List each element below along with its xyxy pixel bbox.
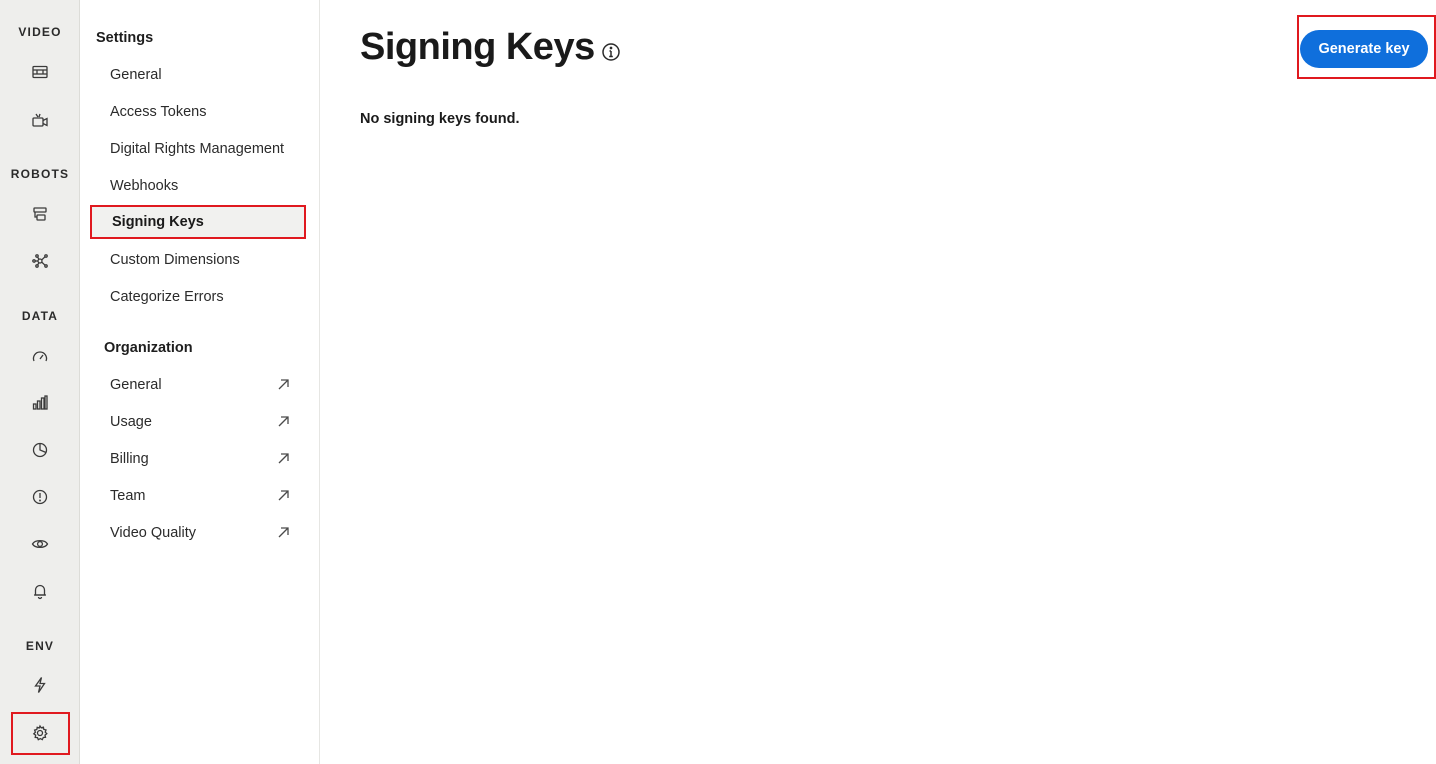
nav-item-team[interactable]: Team [110, 481, 290, 511]
settings-heading: Settings [96, 30, 154, 46]
lightning-icon[interactable] [26, 671, 54, 699]
nav-item-label: Team [110, 488, 146, 504]
icon-rail: VIDEO ROBOTS DATA ENV [0, 0, 80, 764]
gauge-icon[interactable] [26, 343, 54, 371]
nav-item-digital-rights-management[interactable]: Digital Rights Management [110, 134, 310, 164]
nav-item-categorize-errors[interactable]: Categorize Errors [110, 282, 310, 312]
rail-section-data: DATA [21, 309, 59, 323]
nav-item-billing[interactable]: Billing [110, 444, 290, 474]
settings-nav: Settings General Access Tokens Digital R… [80, 0, 320, 764]
generate-key-button[interactable]: Generate key [1300, 30, 1428, 68]
nav-item-general[interactable]: General [110, 60, 310, 90]
external-link-icon [277, 452, 290, 465]
network-nodes-icon[interactable] [26, 247, 54, 275]
nav-item-label: Video Quality [110, 525, 196, 541]
rail-section-env: ENV [25, 639, 55, 653]
film-icon[interactable] [26, 58, 54, 86]
nav-item-usage[interactable]: Usage [110, 407, 290, 437]
nav-item-label: Billing [110, 451, 149, 467]
page-title: Signing Keys [360, 26, 595, 68]
nav-item-video-quality[interactable]: Video Quality [110, 518, 290, 548]
pie-chart-icon[interactable] [26, 436, 54, 464]
nav-item-org-general[interactable]: General [110, 370, 290, 400]
external-link-icon [277, 526, 290, 539]
empty-state-message: No signing keys found. [360, 111, 520, 127]
external-link-icon [277, 378, 290, 391]
main-content: Signing Keys No signing keys found. Gene… [320, 0, 1436, 764]
nav-item-access-tokens[interactable]: Access Tokens [110, 97, 310, 127]
organization-heading: Organization [104, 340, 193, 356]
nav-item-signing-keys[interactable]: Signing Keys [90, 205, 306, 239]
bar-chart-icon[interactable] [26, 389, 54, 417]
nav-item-custom-dimensions[interactable]: Custom Dimensions [110, 245, 310, 275]
external-link-icon [277, 415, 290, 428]
nav-item-label: Usage [110, 414, 152, 430]
rail-section-video: VIDEO [18, 25, 62, 39]
video-camera-icon[interactable] [26, 106, 54, 134]
gear-icon[interactable] [26, 719, 54, 747]
bell-icon[interactable] [26, 577, 54, 605]
info-icon[interactable] [601, 42, 621, 62]
nav-item-webhooks[interactable]: Webhooks [110, 171, 310, 201]
rail-section-robots: ROBOTS [10, 167, 70, 181]
eye-icon[interactable] [26, 530, 54, 558]
external-link-icon [277, 489, 290, 502]
robot-layout-icon[interactable] [26, 200, 54, 228]
nav-item-label: General [110, 377, 162, 393]
alert-circle-icon[interactable] [26, 483, 54, 511]
